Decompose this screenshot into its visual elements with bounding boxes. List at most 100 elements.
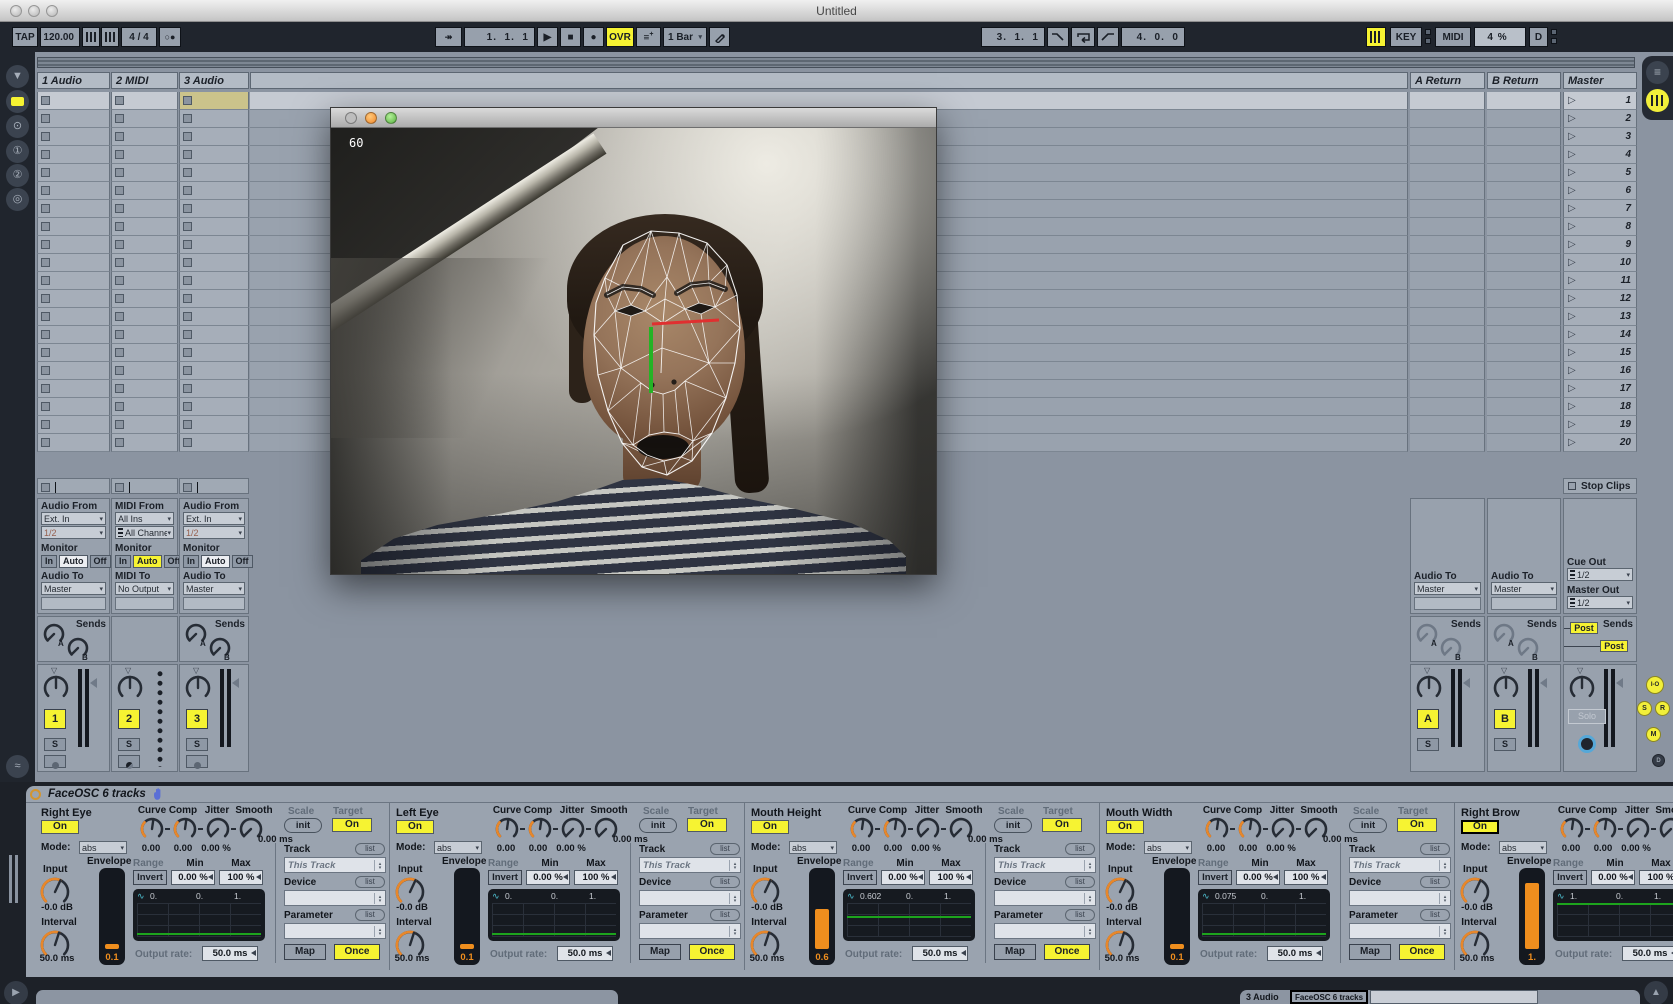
output-channel-box[interactable] <box>115 597 174 610</box>
video-minimize-icon[interactable] <box>365 112 377 124</box>
init-button[interactable]: init <box>284 818 322 833</box>
scene-play-icon[interactable]: ▷ <box>1568 149 1576 160</box>
empty-clip-slot[interactable] <box>1487 416 1561 434</box>
clip-slot[interactable] <box>111 218 178 236</box>
device-selector[interactable]: ▴▾ <box>284 890 386 906</box>
clip-slot[interactable] <box>179 218 249 236</box>
output-rate-box[interactable]: 50.0 ms <box>1267 946 1323 961</box>
pan-knob[interactable] <box>184 674 212 702</box>
output-rate-box[interactable]: 50.0 ms <box>557 946 613 961</box>
clip-slot[interactable] <box>37 254 110 272</box>
empty-clip-slot[interactable] <box>1410 254 1485 272</box>
device-scrollbar[interactable] <box>36 990 618 1004</box>
min-value-box[interactable]: 0.00 % <box>1236 870 1280 885</box>
solo-button[interactable]: S <box>186 738 208 751</box>
back-to-arrangement-button[interactable]: ≡+ <box>636 27 661 47</box>
parameter-list-button[interactable]: list <box>710 909 740 921</box>
nudge-up-button[interactable] <box>101 27 119 47</box>
scene-play-icon[interactable]: ▷ <box>1568 437 1576 448</box>
volume-meter[interactable] <box>1604 669 1615 747</box>
track-header[interactable]: 1 Audio <box>37 72 110 89</box>
send-b-post-button[interactable]: Post <box>1600 640 1628 652</box>
clip-slot[interactable] <box>111 128 178 146</box>
device-selector[interactable]: ▴▾ <box>1349 890 1451 906</box>
volume-fader-handle[interactable] <box>232 678 239 688</box>
clip-slot[interactable] <box>111 254 178 272</box>
scene-play-icon[interactable]: ▷ <box>1568 113 1576 124</box>
input-type-dropdown[interactable]: Ext. In▾ <box>41 512 106 525</box>
track-selector[interactable]: This Track▴▾ <box>994 857 1096 873</box>
volume-meter[interactable] <box>1451 669 1462 747</box>
empty-clip-slot[interactable] <box>1487 110 1561 128</box>
input-channel-dropdown[interactable]: 1/2▾ <box>183 526 245 539</box>
keyboard-icon[interactable] <box>1646 89 1669 112</box>
mode-dropdown[interactable]: abs▾ <box>789 841 837 854</box>
monitor-in-button[interactable]: In <box>41 555 57 568</box>
max-value-box[interactable]: 100 % <box>929 870 973 885</box>
target-on-button[interactable]: On <box>1397 818 1437 832</box>
clip-slot[interactable] <box>179 182 249 200</box>
target-on-button[interactable]: On <box>687 818 727 832</box>
init-button[interactable]: init <box>1349 818 1387 833</box>
clip-slot[interactable] <box>111 110 178 128</box>
volume-fader-handle[interactable] <box>1540 678 1547 688</box>
empty-clip-slot[interactable] <box>1410 308 1485 326</box>
output-rate-box[interactable]: 50.0 ms <box>1622 946 1673 961</box>
tap-tempo-button[interactable]: TAP <box>12 27 38 47</box>
empty-clip-slot[interactable] <box>1410 326 1485 344</box>
arrangement-position-display[interactable]: 1. 1. 1 <box>464 27 535 47</box>
empty-clip-slot[interactable] <box>1410 236 1485 254</box>
empty-clip-slot[interactable] <box>1410 398 1485 416</box>
init-button[interactable]: init <box>994 818 1032 833</box>
scene-play-icon[interactable]: ▷ <box>1568 221 1576 232</box>
scene-slot[interactable]: ▷15 <box>1563 344 1637 362</box>
max-value-box[interactable]: 100 % <box>219 870 263 885</box>
cue-headphone-button[interactable] <box>1578 735 1596 753</box>
disk-overload-indicator[interactable]: D <box>1529 27 1548 47</box>
output-type-dropdown[interactable]: Master▾ <box>1414 582 1481 595</box>
nudge-down-button[interactable] <box>82 27 100 47</box>
spinner-icon[interactable]: ▴▾ <box>729 926 740 937</box>
track-header[interactable]: A Return <box>1410 72 1485 89</box>
clip-slot[interactable] <box>179 308 249 326</box>
scene-play-icon[interactable]: ▷ <box>1568 311 1576 322</box>
clip-slot[interactable] <box>37 380 110 398</box>
monitor-auto-button[interactable]: Auto <box>133 555 162 568</box>
midi-map-button[interactable]: MIDI <box>1435 27 1471 47</box>
clip-slot[interactable] <box>111 380 178 398</box>
volume-fader-handle[interactable] <box>90 678 97 688</box>
scene-slot[interactable]: ▷10 <box>1563 254 1637 272</box>
output-type-dropdown[interactable]: Master▾ <box>1491 582 1557 595</box>
clip-slot[interactable] <box>179 362 249 380</box>
empty-clip-slot[interactable] <box>1410 218 1485 236</box>
map-button[interactable]: Map <box>994 944 1036 960</box>
track-list-button[interactable]: list <box>710 843 740 855</box>
device-selector[interactable]: ▴▾ <box>639 890 741 906</box>
volume-fader-handle[interactable] <box>1616 678 1623 688</box>
scene-slot[interactable]: ▷20 <box>1563 434 1637 452</box>
target-on-button[interactable]: On <box>1042 818 1082 832</box>
clip-slot[interactable] <box>179 164 249 182</box>
clip-slot[interactable] <box>37 326 110 344</box>
curve-knob[interactable] <box>139 816 165 842</box>
scene-slot[interactable]: ▷16 <box>1563 362 1637 380</box>
empty-clip-slot[interactable] <box>1487 326 1561 344</box>
scene-slot[interactable]: ▷18 <box>1563 398 1637 416</box>
clip-drop-row[interactable] <box>111 478 178 494</box>
crossfade-icon[interactable]: ≈ <box>6 755 29 778</box>
overview-icon[interactable]: ≡ <box>1646 61 1669 84</box>
show-detail-icon[interactable]: ▶ <box>4 981 28 1004</box>
empty-clip-slot[interactable] <box>1487 92 1561 110</box>
empty-clip-slot[interactable] <box>1487 272 1561 290</box>
track-activator-button[interactable]: A <box>1417 709 1439 729</box>
clip-slot[interactable] <box>111 182 178 200</box>
scene-slot[interactable]: ▷4 <box>1563 146 1637 164</box>
show-sends-button[interactable]: S <box>1637 701 1652 716</box>
module-on-button[interactable]: On <box>41 820 79 834</box>
output-channel-box[interactable] <box>41 597 106 610</box>
computer-midi-keyboard-button[interactable] <box>1366 27 1386 47</box>
loop-length-display[interactable]: 4. 0. 0 <box>1121 27 1185 47</box>
clip-slot[interactable] <box>179 200 249 218</box>
spinner-icon[interactable]: ▴▾ <box>374 926 385 937</box>
clip-drop-row[interactable] <box>37 478 110 494</box>
